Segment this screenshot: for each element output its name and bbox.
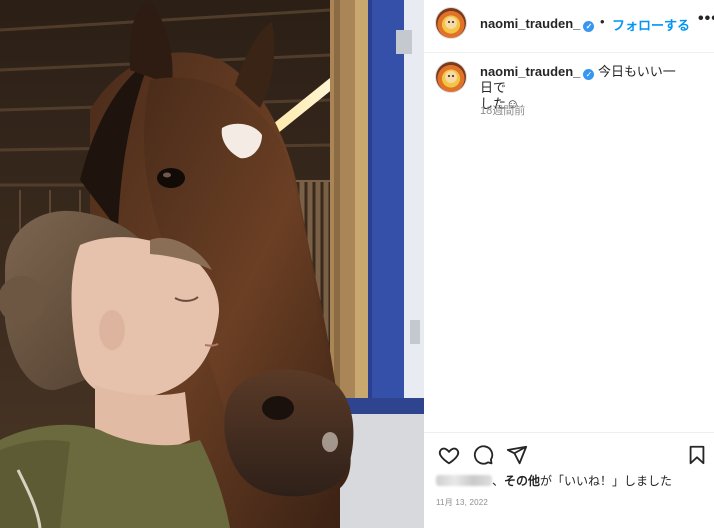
- bookmark-icon[interactable]: [686, 444, 708, 466]
- username-text[interactable]: naomi_trauden_: [480, 16, 580, 31]
- header-separator: •: [600, 14, 605, 29]
- follow-button[interactable]: フォローする: [612, 15, 690, 34]
- action-bar: [438, 444, 708, 468]
- liker-name-blurred[interactable]: [436, 475, 492, 486]
- comment-icon[interactable]: [472, 444, 494, 466]
- verified-badge-icon: ✓: [583, 69, 595, 80]
- likes-text[interactable]: 、その他が「いいね！」しました: [492, 474, 672, 488]
- likes-summary: 、その他が「いいね！」しました: [436, 472, 706, 489]
- time-ago[interactable]: 18週間前: [480, 102, 525, 118]
- more-options-icon[interactable]: •••: [698, 10, 714, 28]
- profile-avatar[interactable]: [436, 8, 466, 38]
- header-divider: [424, 52, 714, 53]
- photo-woman-with-horse: [0, 0, 424, 528]
- username-link[interactable]: naomi_trauden_ ✓: [480, 16, 595, 32]
- verified-badge-icon: ✓: [583, 21, 595, 32]
- post-photo[interactable]: [0, 0, 424, 528]
- share-icon[interactable]: [506, 444, 528, 466]
- likes-others-link[interactable]: その他: [504, 474, 540, 488]
- post-side-panel: naomi_trauden_✓ • フォローする ••• naomi_traud…: [424, 0, 714, 528]
- post-header: naomi_trauden_✓ • フォローする •••: [436, 8, 714, 38]
- caption-avatar[interactable]: [436, 62, 466, 92]
- actions-divider: [424, 432, 714, 433]
- heart-icon[interactable]: [438, 444, 460, 466]
- post-date: 11月 13, 2022: [436, 498, 489, 507]
- caption-username[interactable]: naomi_trauden_: [480, 64, 580, 79]
